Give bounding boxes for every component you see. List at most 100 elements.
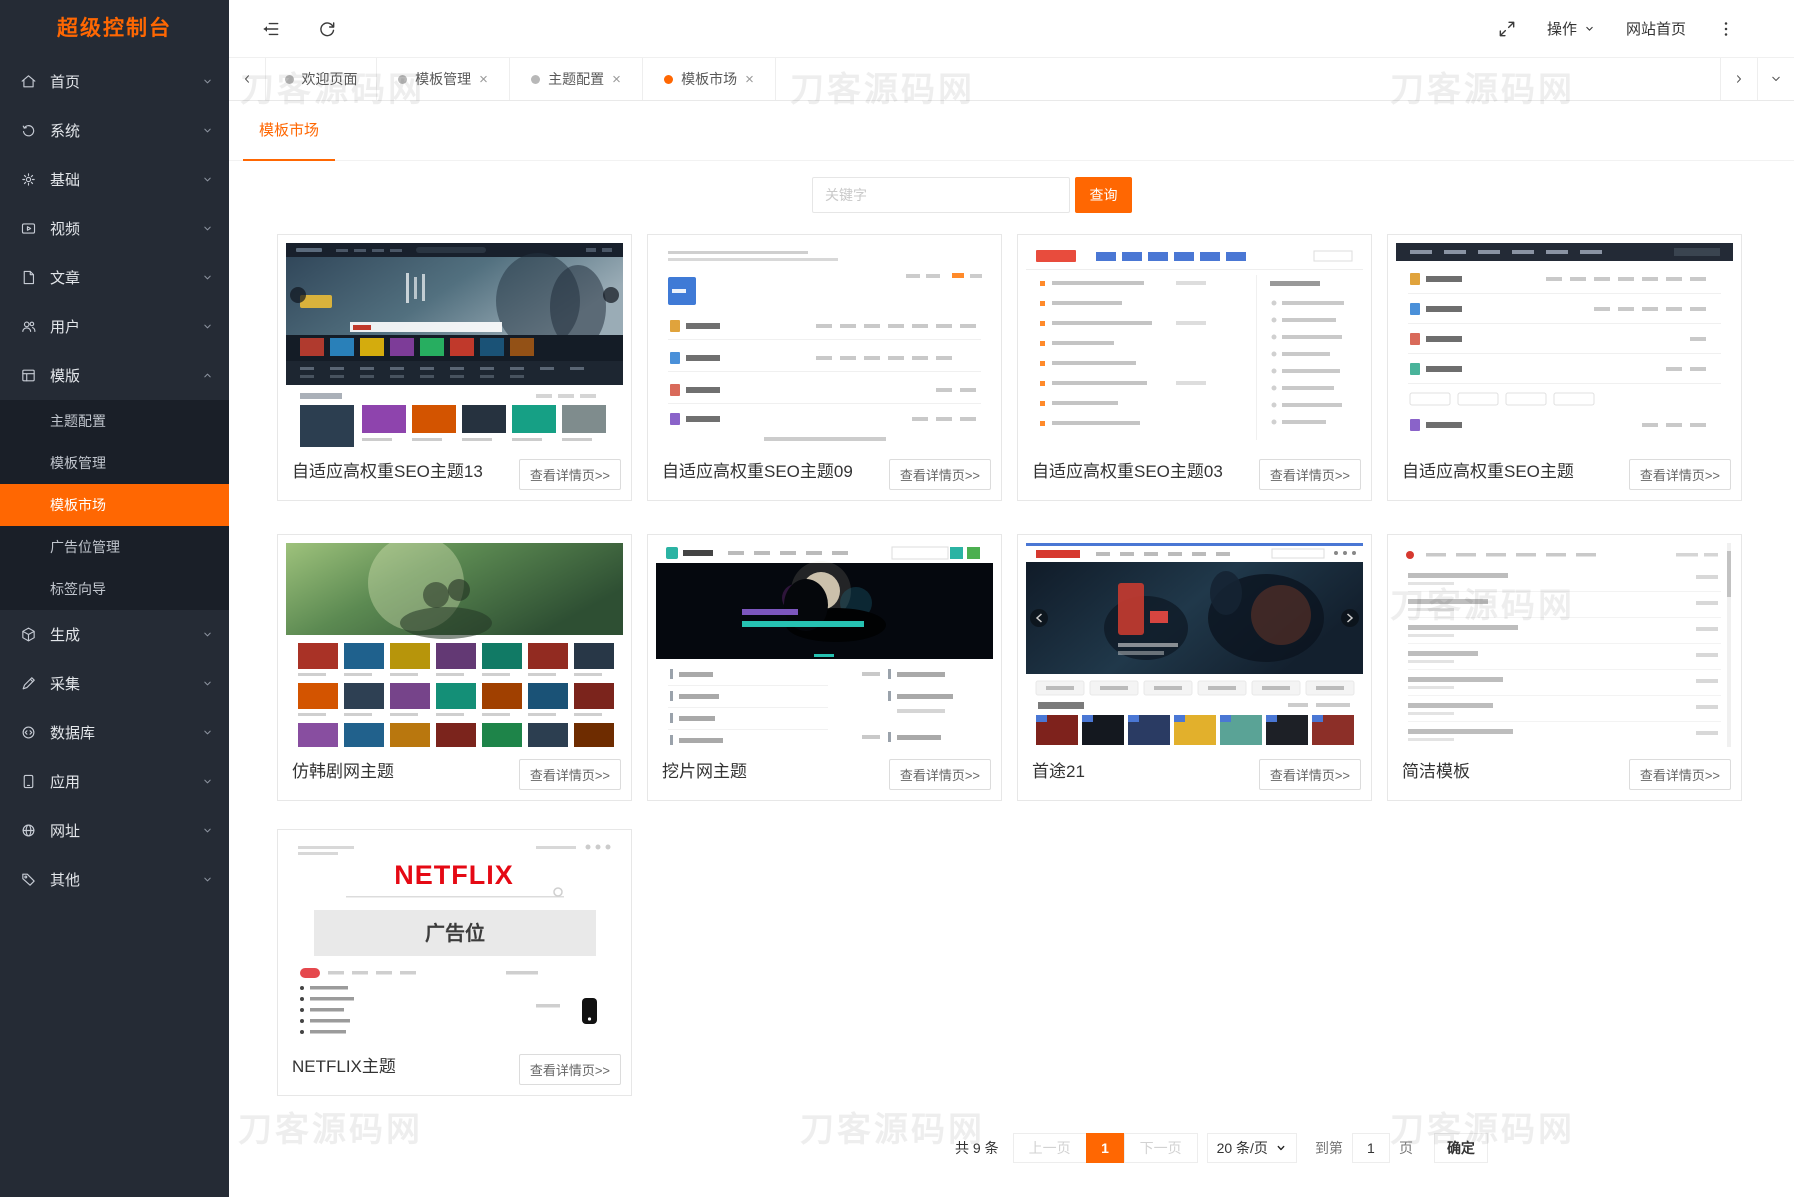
users-icon <box>20 318 37 335</box>
sidebar-item-label: 其他 <box>50 869 80 890</box>
view-detail-button[interactable]: 查看详情页>> <box>1259 459 1361 490</box>
sidebar-item-generate[interactable]: 生成 <box>0 610 229 659</box>
sidebar-item-label: 模版 <box>50 365 80 386</box>
tabs-scroll-right-button[interactable] <box>1720 58 1757 100</box>
netflix-logo-text: NETFLIX <box>394 860 514 890</box>
confirm-button[interactable]: 确定 <box>1434 1133 1488 1163</box>
goto-page-input[interactable] <box>1352 1133 1390 1163</box>
view-detail-button[interactable]: 查看详情页>> <box>1259 759 1361 790</box>
close-tab-icon[interactable]: × <box>612 72 621 87</box>
page-size-select[interactable]: 20 条/页 <box>1207 1133 1297 1163</box>
tab-label: 模板管理 <box>415 69 471 89</box>
template-thumbnail <box>286 543 623 747</box>
chevron-down-icon <box>201 628 214 641</box>
system-icon <box>20 122 37 139</box>
fullscreen-icon[interactable] <box>1497 19 1517 39</box>
tabs-menu-dropdown-button[interactable] <box>1757 58 1794 100</box>
chevron-down-icon <box>201 124 214 137</box>
view-detail-button[interactable]: 查看详情页>> <box>519 459 621 490</box>
sidebar-item-theme-config[interactable]: 主题配置 <box>0 400 229 442</box>
tab-status-dot-active <box>664 75 673 84</box>
next-page-button[interactable]: 下一页 <box>1124 1133 1198 1163</box>
chevron-down-icon <box>201 75 214 88</box>
chevron-down-icon <box>201 222 214 235</box>
main-content: 模板市场 查询 <box>229 101 1794 1197</box>
sidebar-item-label: 数据库 <box>50 722 95 743</box>
sidebar-item-ad-manage[interactable]: 广告位管理 <box>0 526 229 568</box>
tab-label: 主题配置 <box>548 69 604 89</box>
chevron-down-icon <box>201 726 214 739</box>
site-home-link[interactable]: 网站首页 <box>1626 18 1686 39</box>
view-detail-button[interactable]: 查看详情页>> <box>519 1054 621 1085</box>
sidebar-item-basic[interactable]: 基础 <box>0 155 229 204</box>
card-row: 自适应高权重SEO主题13 查看详情页>> <box>277 234 1746 501</box>
chevron-down-icon <box>1583 22 1596 35</box>
pagination: 共 9 条 上一页 1 下一页 20 条/页 到第 页 确定 <box>955 1133 1488 1163</box>
more-vertical-icon[interactable] <box>1716 19 1736 39</box>
page-tab-header: 模板市场 <box>229 101 1794 161</box>
sidebar-item-database[interactable]: 数据库 <box>0 708 229 757</box>
gear-icon <box>20 171 37 188</box>
view-detail-button[interactable]: 查看详情页>> <box>519 759 621 790</box>
template-card-netflix[interactable]: NETFLIX 广告位 <box>277 829 632 1096</box>
top-header: 操作 网站首页 <box>229 0 1794 57</box>
sidebar-item-video[interactable]: 视频 <box>0 204 229 253</box>
sidebar-item-label: 生成 <box>50 624 80 645</box>
template-card-korean-drama[interactable]: 仿韩剧网主题 查看详情页>> <box>277 534 632 801</box>
sidebar-item-system[interactable]: 系统 <box>0 106 229 155</box>
tab-status-dot <box>531 75 540 84</box>
sidebar-item-other[interactable]: 其他 <box>0 855 229 904</box>
sidebar-item-app[interactable]: 应用 <box>0 757 229 806</box>
template-thumbnail <box>286 243 623 447</box>
tab-theme-config[interactable]: 主题配置 × <box>510 58 643 100</box>
view-detail-button[interactable]: 查看详情页>> <box>1629 459 1731 490</box>
template-thumbnail <box>1026 543 1363 747</box>
template-card-seo09[interactable]: 自适应高权重SEO主题09 查看详情页>> <box>647 234 1002 501</box>
sidebar-item-label: 网址 <box>50 820 80 841</box>
tabs-scroll-left-button[interactable] <box>229 58 266 100</box>
view-detail-button[interactable]: 查看详情页>> <box>889 459 991 490</box>
close-tab-icon[interactable]: × <box>745 72 754 87</box>
sidebar-item-tag-wizard[interactable]: 标签向导 <box>0 568 229 610</box>
actions-label: 操作 <box>1547 18 1577 39</box>
refresh-icon[interactable] <box>317 19 337 39</box>
sidebar-item-home[interactable]: 首页 <box>0 57 229 106</box>
tab-label: 欢迎页面 <box>302 69 358 89</box>
template-card-wapian[interactable]: 挖片网主题 查看详情页>> <box>647 534 1002 801</box>
tab-welcome[interactable]: 欢迎页面 <box>266 58 377 100</box>
sidebar-item-label: 用户 <box>50 316 80 337</box>
actions-dropdown[interactable]: 操作 <box>1547 18 1596 39</box>
chevron-down-icon <box>1275 1142 1287 1154</box>
card-row: 仿韩剧网主题 查看详情页>> <box>277 534 1746 801</box>
template-card-seo[interactable]: 自适应高权重SEO主题 查看详情页>> <box>1387 234 1742 501</box>
view-detail-button[interactable]: 查看详情页>> <box>889 759 991 790</box>
chevron-down-icon <box>201 775 214 788</box>
view-detail-button[interactable]: 查看详情页>> <box>1629 759 1731 790</box>
sidebar-item-article[interactable]: 文章 <box>0 253 229 302</box>
sidebar-item-label: 系统 <box>50 120 80 141</box>
sidebar-item-collect[interactable]: 采集 <box>0 659 229 708</box>
tab-template-manage[interactable]: 模板管理 × <box>377 58 510 100</box>
search-bar: 查询 <box>812 177 1132 213</box>
search-button[interactable]: 查询 <box>1075 177 1132 213</box>
sidebar-item-template[interactable]: 模版 <box>0 351 229 400</box>
template-card-shoutu21[interactable]: 首途21 查看详情页>> <box>1017 534 1372 801</box>
cube-icon <box>20 626 37 643</box>
prev-page-button[interactable]: 上一页 <box>1013 1133 1087 1163</box>
goto-page-suffix: 页 <box>1399 1138 1413 1158</box>
close-tab-icon[interactable]: × <box>479 72 488 87</box>
template-card-simple[interactable]: 简洁模板 查看详情页>> <box>1387 534 1742 801</box>
current-page-button[interactable]: 1 <box>1086 1133 1125 1163</box>
sidebar-item-users[interactable]: 用户 <box>0 302 229 351</box>
template-card-seo03[interactable]: 自适应高权重SEO主题03 查看详情页>> <box>1017 234 1372 501</box>
sidebar-item-template-manage[interactable]: 模板管理 <box>0 442 229 484</box>
tab-template-market[interactable]: 模板市场 × <box>643 58 776 100</box>
page-tab-template-market[interactable]: 模板市场 <box>243 102 335 161</box>
collapse-menu-icon[interactable] <box>261 19 281 39</box>
search-input[interactable] <box>812 177 1070 213</box>
template-card-seo13[interactable]: 自适应高权重SEO主题13 查看详情页>> <box>277 234 632 501</box>
chevron-up-icon <box>201 369 214 382</box>
template-icon <box>20 367 37 384</box>
sidebar-item-template-market[interactable]: 模板市场 <box>0 484 229 526</box>
sidebar-item-site[interactable]: 网址 <box>0 806 229 855</box>
